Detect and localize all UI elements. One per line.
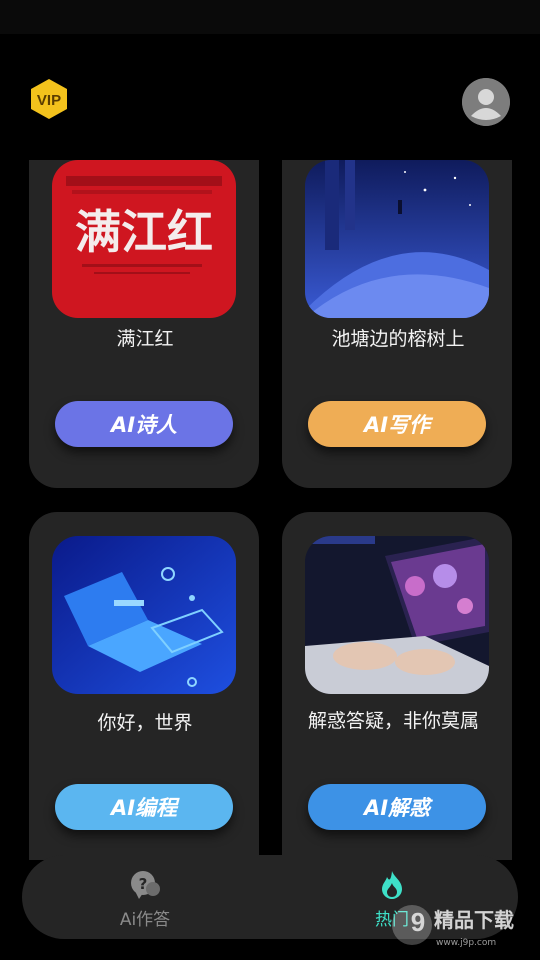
ai-answer-button[interactable]: AI解惑 (308, 784, 486, 830)
tab-ai-answer[interactable]: ? Ai作答 (45, 855, 245, 939)
feature-grid: 满江红 满江红 AI诗人 池塘边的榕树上 AI写作 你好，世界 AI编程 解惑答… (0, 160, 540, 860)
card-thumbnail (52, 536, 236, 694)
card-title: 满江红 (116, 328, 174, 350)
card-answer[interactable]: 解惑答疑，非你莫属 AI解惑 (282, 512, 512, 860)
watermark-sub: www.j9p.com (436, 938, 496, 948)
card-title: 你好，世界 (97, 712, 193, 734)
card-thumbnail-text: 满江红 (75, 205, 213, 259)
avatar[interactable] (462, 78, 510, 126)
watermark: 9 精品下载 www.j9p.com (390, 895, 540, 955)
question-chat-icon: ? (131, 871, 160, 899)
svg-text:9: 9 (411, 907, 425, 937)
card-banyan[interactable]: 池塘边的榕树上 AI写作 (282, 160, 512, 488)
card-title: 解惑答疑，非你莫属 (308, 710, 480, 732)
card-thumbnail (305, 160, 489, 318)
card-mjh[interactable]: 满江红 满江红 AI诗人 (29, 160, 259, 488)
card-thumbnail (305, 536, 489, 694)
watermark-text: 精品下载 (434, 908, 514, 932)
ai-poet-button[interactable]: AI诗人 (55, 401, 233, 447)
card-thumbnail: 满江红 (52, 160, 236, 318)
card-title: 池塘边的榕树上 (331, 328, 465, 350)
card-hello-world[interactable]: 你好，世界 AI编程 (29, 512, 259, 860)
vip-label: VIP (37, 92, 61, 109)
tab-ai-answer-label: Ai作答 (119, 910, 171, 930)
ai-writing-button[interactable]: AI写作 (308, 401, 486, 447)
ai-coding-button[interactable]: AI编程 (55, 784, 233, 830)
svg-text:?: ? (139, 875, 148, 893)
user-icon (462, 78, 510, 126)
vip-hexagon-icon: VIP (31, 79, 67, 119)
header: VIP (0, 34, 540, 160)
vip-badge[interactable]: VIP (28, 78, 70, 120)
status-bar (0, 0, 540, 34)
